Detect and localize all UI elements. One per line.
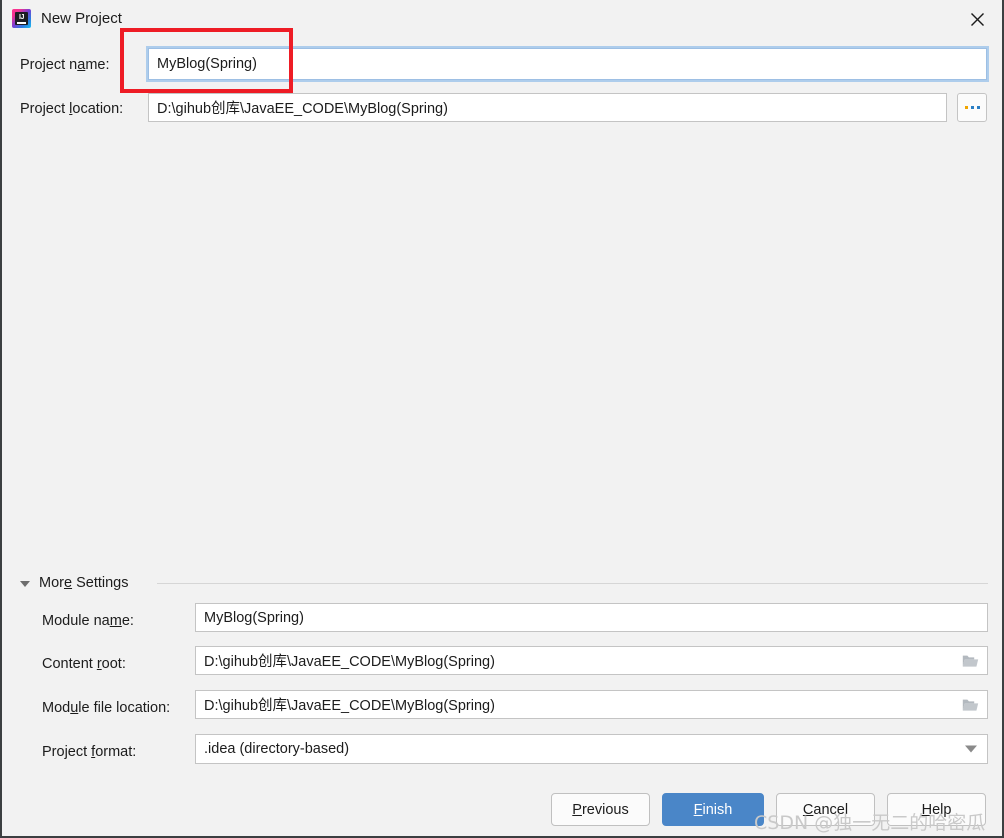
content-root-label-suffix: oot:: [102, 656, 126, 672]
finish-button-suffix: inish: [703, 802, 733, 818]
chevron-down-icon[interactable]: [965, 746, 977, 753]
project-format-value: .idea (directory-based): [204, 741, 349, 757]
module-name-input[interactable]: MyBlog(Spring): [195, 603, 988, 632]
window-title: New Project: [41, 9, 122, 29]
module-name-label-prefix: Module na: [42, 613, 110, 629]
new-project-dialog: IJ New Project Project name: MyBlog(Spri…: [0, 0, 1004, 838]
module-file-location-value: D:\gihub创库\JavaEE_CODE\MyBlog(Spring): [204, 694, 495, 715]
project-format-label-suffix: ormat:: [95, 744, 136, 760]
finish-button[interactable]: Finish: [662, 793, 764, 826]
module-name-value: MyBlog(Spring): [204, 610, 304, 626]
module-name-label: Module name:: [42, 612, 134, 630]
project-name-input[interactable]: MyBlog(Spring): [148, 48, 987, 80]
module-file-location-label-suffix: le file location:: [78, 700, 170, 716]
ellipsis-dot-icon: [965, 106, 968, 109]
more-settings-toggle[interactable]: More Settings: [20, 573, 128, 593]
project-name-label: Project name:: [20, 56, 109, 74]
previous-button-suffix: revious: [582, 802, 629, 818]
module-file-location-label-prefix: Mod: [42, 700, 70, 716]
content-root-input[interactable]: D:\gihub创库\JavaEE_CODE\MyBlog(Spring): [195, 646, 988, 675]
project-format-label: Project format:: [42, 743, 136, 761]
project-format-label-prefix: Project: [42, 744, 91, 760]
folder-icon[interactable]: [962, 654, 979, 668]
cancel-button-suffix: ancel: [813, 802, 848, 818]
chevron-down-icon: [20, 581, 30, 587]
more-settings-label-prefix: Mor: [39, 575, 64, 591]
cancel-button[interactable]: Cancel: [776, 793, 875, 826]
more-settings-label: More Settings: [39, 575, 128, 591]
help-button-suffix: elp: [932, 802, 951, 818]
module-name-label-suffix: e:: [122, 613, 134, 629]
project-location-value: D:\gihub创库\JavaEE_CODE\MyBlog(Spring): [157, 97, 448, 118]
ellipsis-dot-icon: [977, 106, 980, 109]
previous-button-mnemonic: P: [572, 802, 582, 818]
content-root-value: D:\gihub创库\JavaEE_CODE\MyBlog(Spring): [204, 650, 495, 671]
close-icon[interactable]: [964, 7, 990, 31]
module-file-location-input[interactable]: D:\gihub创库\JavaEE_CODE\MyBlog(Spring): [195, 690, 988, 719]
browse-location-button[interactable]: [957, 93, 987, 122]
ellipsis-dot-icon: [971, 106, 974, 109]
finish-button-mnemonic: F: [694, 802, 703, 818]
help-button[interactable]: Help: [887, 793, 986, 826]
more-settings-label-suffix: Settings: [72, 575, 128, 591]
cancel-button-mnemonic: C: [803, 802, 813, 818]
folder-icon[interactable]: [962, 698, 979, 712]
help-button-mnemonic: H: [922, 802, 932, 818]
content-root-label-prefix: Content: [42, 656, 97, 672]
more-settings-label-mnemonic: e: [64, 575, 72, 591]
more-settings-divider: [157, 583, 988, 584]
previous-button[interactable]: Previous: [551, 793, 650, 826]
project-name-label-prefix: Project n: [20, 57, 77, 73]
project-location-label-prefix: Project: [20, 101, 69, 117]
project-name-value: MyBlog(Spring): [157, 56, 257, 72]
module-file-location-label: Module file location:: [42, 699, 170, 717]
content-root-label: Content root:: [42, 655, 126, 673]
logo-text: IJ: [19, 14, 24, 21]
project-location-input[interactable]: D:\gihub创库\JavaEE_CODE\MyBlog(Spring): [148, 93, 947, 122]
module-name-label-mnemonic: m: [110, 613, 122, 629]
project-location-label-suffix: ocation:: [72, 101, 123, 117]
project-format-select[interactable]: .idea (directory-based): [195, 734, 988, 764]
project-location-label: Project location:: [20, 100, 123, 118]
intellij-idea-logo-icon: IJ: [12, 9, 31, 28]
project-name-label-suffix: me:: [85, 57, 109, 73]
title-bar: IJ New Project: [2, 0, 1002, 38]
